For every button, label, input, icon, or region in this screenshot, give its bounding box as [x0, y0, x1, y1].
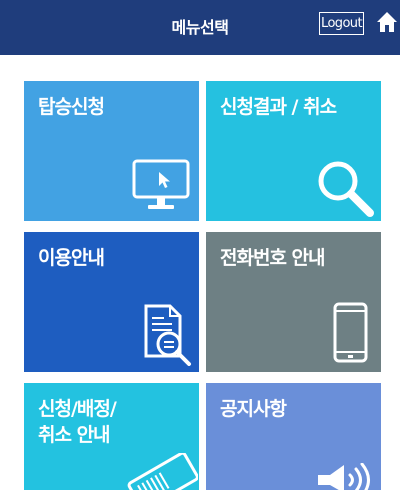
- tile-label: 신청결과 / 취소: [220, 96, 337, 118]
- document-search-icon: [144, 304, 191, 366]
- smartphone-icon: [333, 302, 368, 363]
- ticket-icon: [127, 453, 198, 490]
- tile-boarding-request[interactable]: 탑승신청: [24, 81, 199, 221]
- home-button[interactable]: [376, 11, 398, 33]
- tile-usage-guide[interactable]: 이용안내: [24, 232, 199, 372]
- tile-request-result-cancel[interactable]: 신청결과 / 취소: [206, 81, 381, 221]
- megaphone-icon: [318, 463, 370, 490]
- monitor-icon: [132, 159, 190, 209]
- tile-phone-directory[interactable]: 전화번호 안내: [206, 232, 381, 372]
- logout-button[interactable]: Logout: [319, 12, 364, 35]
- tile-label: 전화번호 안내: [220, 247, 325, 269]
- magnifier-icon: [318, 161, 374, 217]
- tile-request-assignment-cancel-guide[interactable]: 신청/배정/ 취소 안내: [24, 383, 199, 490]
- tile-label: 이용안내: [38, 247, 105, 269]
- tile-label: 탑승신청: [38, 96, 105, 118]
- tile-label: 신청/배정/ 취소 안내: [38, 398, 117, 446]
- tile-notices[interactable]: 공지사항: [206, 383, 381, 490]
- tile-label: 공지사항: [220, 398, 287, 420]
- app-header: 메뉴선택 Logout: [0, 0, 400, 55]
- home-icon: [377, 12, 397, 32]
